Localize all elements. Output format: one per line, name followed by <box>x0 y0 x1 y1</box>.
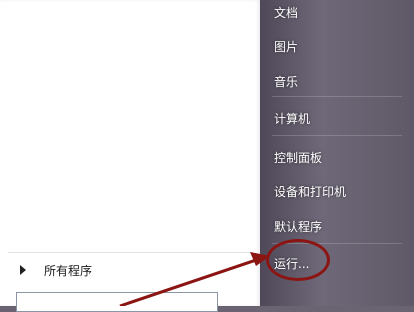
highlight-circle <box>266 239 330 281</box>
separator <box>272 96 402 97</box>
menu-item-label: 文档 <box>274 5 299 20</box>
menu-item-music[interactable]: 音乐 <box>268 69 408 93</box>
menu-item-label: 音乐 <box>274 74 299 89</box>
separator <box>272 135 402 136</box>
menu-item-label: 默认程序 <box>274 219 323 234</box>
menu-item-default-programs[interactable]: 默认程序 <box>268 214 408 238</box>
menu-item-label: 设备和打印机 <box>274 184 347 199</box>
menu-item-documents[interactable]: 文档 <box>268 0 408 24</box>
start-menu-left-pane: 所有程序 <box>0 0 261 312</box>
menu-item-devices-printers[interactable]: 设备和打印机 <box>268 179 408 203</box>
menu-item-label: 计算机 <box>274 111 311 126</box>
menu-item-label: 图片 <box>274 39 299 54</box>
all-programs-label: 所有程序 <box>44 263 93 278</box>
all-programs-button[interactable]: 所有程序 <box>8 256 253 284</box>
menu-item-pictures[interactable]: 图片 <box>268 34 408 58</box>
arrow-right-icon <box>20 265 26 275</box>
divider <box>8 252 253 253</box>
menu-item-control-panel[interactable]: 控制面板 <box>268 145 408 169</box>
menu-item-computer[interactable]: 计算机 <box>268 106 408 130</box>
search-input[interactable] <box>16 292 218 312</box>
menu-item-label: 控制面板 <box>274 150 323 165</box>
